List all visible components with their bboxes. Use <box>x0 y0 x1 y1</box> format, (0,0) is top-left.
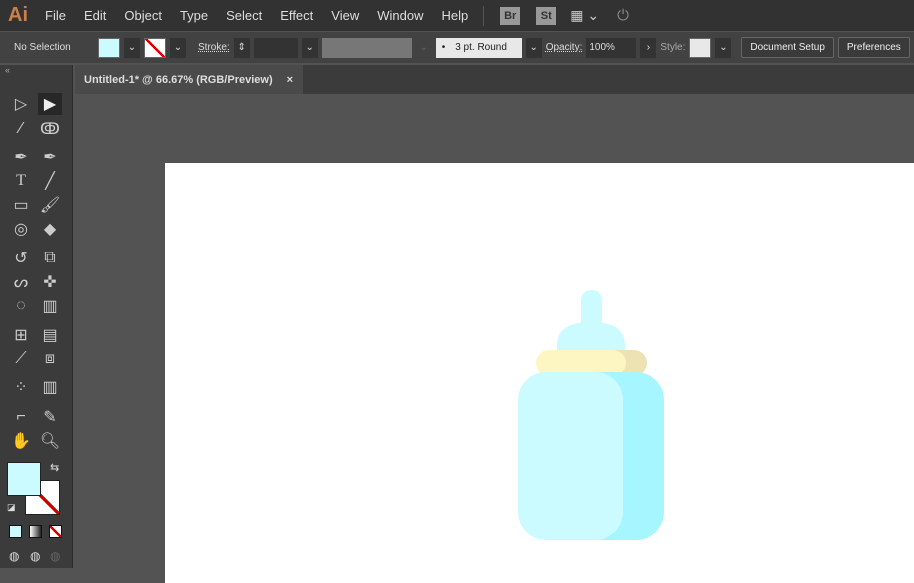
bottle-body <box>518 372 623 540</box>
baby-bottle-artwork[interactable] <box>0 0 914 568</box>
